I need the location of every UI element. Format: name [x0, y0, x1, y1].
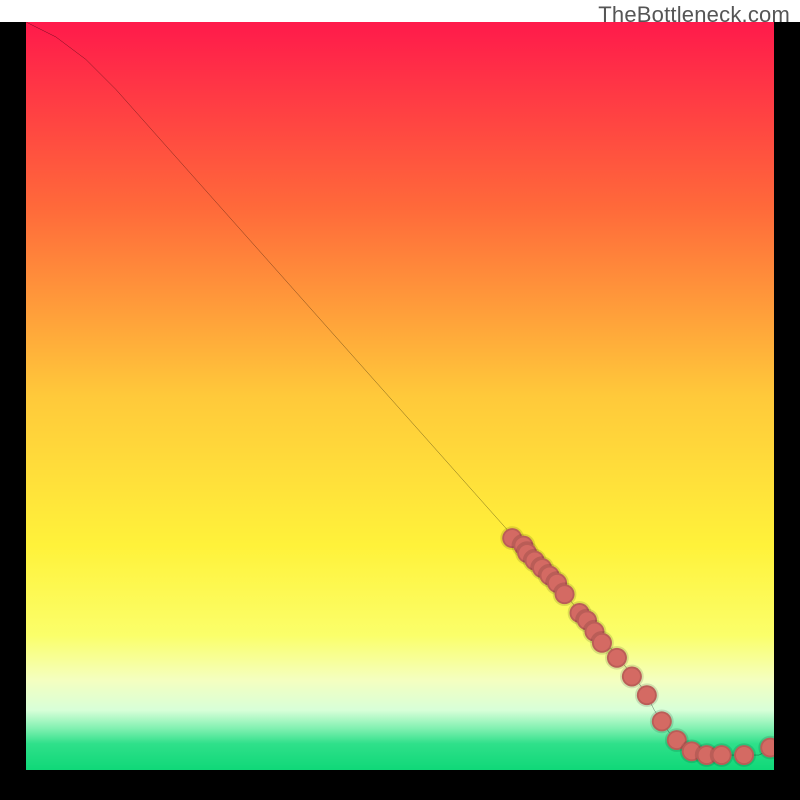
data-point [652, 711, 672, 731]
data-point [760, 738, 774, 758]
data-point [555, 584, 575, 604]
plot-area [26, 22, 774, 774]
chart-frame [0, 22, 800, 800]
bottleneck-curve [26, 22, 774, 755]
chart-container: TheBottleneck.com [0, 0, 800, 800]
highlighted-points [502, 528, 774, 765]
data-point [607, 648, 627, 668]
curve-layer [26, 22, 774, 770]
data-point [637, 685, 657, 705]
data-point [734, 745, 754, 765]
data-point [622, 667, 642, 687]
data-point [712, 745, 732, 765]
